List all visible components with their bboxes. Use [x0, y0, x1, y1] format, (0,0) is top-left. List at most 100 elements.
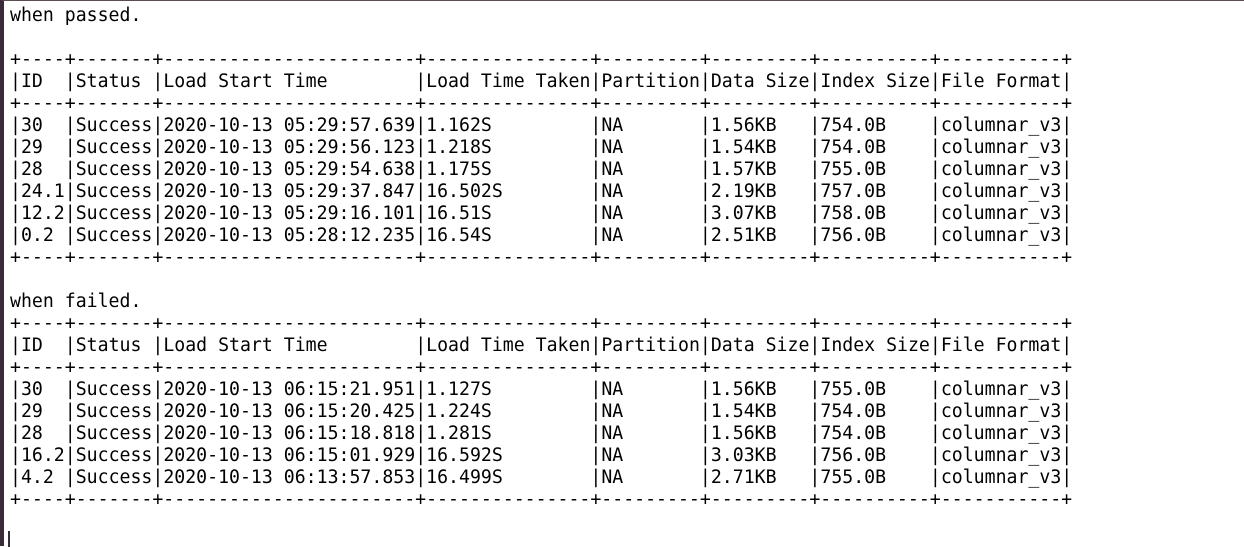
table-row: |24.1|Success|2020-10-13 05:29:37.847|16… — [10, 181, 1073, 202]
table-cell: 2020-10-13 06:15:20.425 — [163, 401, 416, 422]
table-cell: NA — [601, 401, 700, 422]
table-cell: Success — [75, 115, 153, 136]
column-header: Index Size — [820, 71, 930, 92]
table-cell: 12.2 — [20, 203, 65, 224]
table-row: |12.2|Success|2020-10-13 05:29:16.101|16… — [10, 203, 1073, 224]
table-cell: NA — [601, 423, 700, 444]
table-cell: 1.218S — [426, 137, 591, 158]
column-header: Load Start Time — [163, 335, 416, 356]
table-cell: columnar_v3 — [940, 203, 1062, 224]
table-cell: 29 — [20, 401, 65, 422]
terminal-output: when passed. +----+-------+-------------… — [10, 5, 1072, 511]
table-cell: 2.51KB — [710, 225, 810, 246]
table-cell: Success — [75, 423, 153, 444]
table-cell: NA — [601, 203, 700, 224]
table-cell: 754.0B — [820, 401, 930, 422]
table-cell: Success — [75, 379, 153, 400]
table-cell: Success — [75, 467, 153, 488]
column-header: Data Size — [710, 335, 810, 356]
column-header: Status — [75, 335, 153, 356]
table-cell: Success — [75, 203, 153, 224]
section-label-failed: when failed. — [10, 291, 142, 312]
column-header: ID — [20, 335, 65, 356]
table-cell: 756.0B — [820, 445, 930, 466]
table-cell: 16.51S — [426, 203, 591, 224]
table-cell: NA — [601, 467, 700, 488]
table-cell: 756.0B — [820, 225, 930, 246]
section-label-passed: when passed. — [10, 5, 142, 26]
text-cursor — [8, 531, 10, 547]
column-header: Partition — [601, 71, 700, 92]
table-cell: 1.56KB — [710, 379, 810, 400]
table-row: |4.2 |Success|2020-10-13 06:13:57.853|16… — [10, 467, 1073, 488]
column-header: Partition — [601, 335, 700, 356]
table-cell: 2020-10-13 06:13:57.853 — [163, 467, 416, 488]
table-cell: 2.71KB — [710, 467, 810, 488]
table-cell: 1.56KB — [710, 423, 810, 444]
table-cell: 3.03KB — [710, 445, 810, 466]
table-cell: 2020-10-13 05:29:54.638 — [163, 159, 416, 180]
table-cell: 755.0B — [820, 159, 930, 180]
table-row: |30 |Success|2020-10-13 05:29:57.639|1.1… — [10, 115, 1073, 136]
table-cell: 29 — [20, 137, 65, 158]
column-header: File Format — [940, 71, 1062, 92]
table-cell: 2020-10-13 06:15:01.929 — [163, 445, 416, 466]
table-cell: 16.592S — [426, 445, 591, 466]
column-header: Load Time Taken — [426, 71, 591, 92]
table-cell: 754.0B — [820, 115, 930, 136]
column-header: Status — [75, 71, 153, 92]
column-header: Index Size — [820, 335, 930, 356]
table-cell: columnar_v3 — [940, 445, 1062, 466]
column-header: ID — [20, 71, 65, 92]
table-cell: 1.56KB — [710, 115, 810, 136]
table-cell: 16.499S — [426, 467, 591, 488]
table-cell: NA — [601, 137, 700, 158]
table-cell: 2020-10-13 05:29:37.847 — [163, 181, 416, 202]
table-cell: columnar_v3 — [940, 115, 1062, 136]
table-cell: columnar_v3 — [940, 181, 1062, 202]
table-cell: NA — [601, 159, 700, 180]
table-failed: +----+-------+-----------------------+--… — [10, 313, 1073, 510]
table-cell: Success — [75, 159, 153, 180]
table-cell: 1.175S — [426, 159, 591, 180]
table-cell: 2020-10-13 05:29:57.639 — [163, 115, 416, 136]
table-row: |29 |Success|2020-10-13 05:29:56.123|1.2… — [10, 137, 1073, 158]
table-cell: 2020-10-13 06:15:21.951 — [163, 379, 416, 400]
column-header: File Format — [940, 335, 1062, 356]
table-row: |28 |Success|2020-10-13 06:15:18.818|1.2… — [10, 423, 1073, 444]
table-cell: 2020-10-13 06:15:18.818 — [163, 423, 416, 444]
table-cell: NA — [601, 181, 700, 202]
table-cell: 16.2 — [20, 445, 65, 466]
table-cell: 30 — [20, 379, 65, 400]
table-cell: columnar_v3 — [940, 423, 1062, 444]
table-cell: 1.281S — [426, 423, 591, 444]
table-cell: 2020-10-13 05:29:56.123 — [163, 137, 416, 158]
table-cell: Success — [75, 401, 153, 422]
table-cell: 757.0B — [820, 181, 930, 202]
table-cell: columnar_v3 — [940, 225, 1062, 246]
table-row: |16.2|Success|2020-10-13 06:15:01.929|16… — [10, 445, 1073, 466]
table-cell: columnar_v3 — [940, 137, 1062, 158]
table-cell: 28 — [20, 159, 65, 180]
table-cell: 2.19KB — [710, 181, 810, 202]
table-cell: 758.0B — [820, 203, 930, 224]
table-passed: +----+-------+-----------------------+--… — [10, 49, 1073, 268]
table-cell: 30 — [20, 115, 65, 136]
table-cell: NA — [601, 225, 700, 246]
table-cell: 1.127S — [426, 379, 591, 400]
table-cell: 2020-10-13 05:28:12.235 — [163, 225, 416, 246]
table-cell: Success — [75, 445, 153, 466]
table-cell: 755.0B — [820, 467, 930, 488]
table-cell: NA — [601, 115, 700, 136]
table-cell: 2020-10-13 05:29:16.101 — [163, 203, 416, 224]
table-cell: 754.0B — [820, 423, 930, 444]
table-cell: 24.1 — [20, 181, 65, 202]
column-header: Data Size — [710, 71, 810, 92]
table-cell: 754.0B — [820, 137, 930, 158]
table-row: |28 |Success|2020-10-13 05:29:54.638|1.1… — [10, 159, 1073, 180]
terminal-window: when passed. +----+-------+-------------… — [0, 0, 1244, 547]
column-header: Load Start Time — [163, 71, 416, 92]
table-cell: NA — [601, 379, 700, 400]
table-cell: 0.2 — [20, 225, 65, 246]
table-cell: columnar_v3 — [940, 467, 1062, 488]
